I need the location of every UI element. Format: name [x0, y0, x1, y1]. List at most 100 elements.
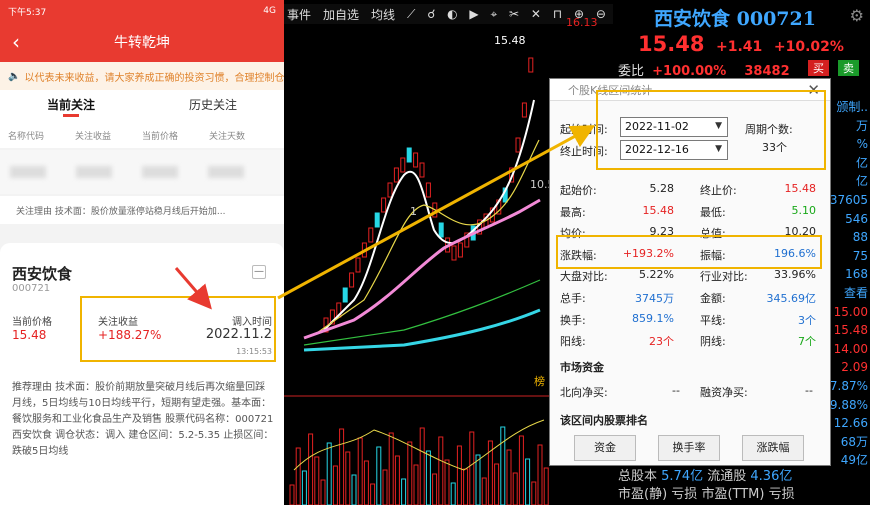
volume-bar	[432, 473, 438, 505]
volume-bar	[376, 446, 382, 505]
volume-bar	[326, 442, 332, 505]
float-shares-label: 流通股	[707, 469, 747, 484]
volume-bar	[463, 468, 469, 505]
volume-bar	[512, 472, 518, 505]
stat-4-3: 33.96%	[774, 268, 816, 282]
tab-history-watch[interactable]: 历史关注	[142, 90, 284, 122]
volume-bar	[401, 478, 407, 505]
stat-0-2: 终止价:	[700, 184, 737, 197]
stat-6-3: 3个	[798, 313, 816, 327]
phone-app: 下午5:37 4G ‹ 牛转乾坤 🔈 以代表未来收益，请大家养成正确的投资习惯，…	[0, 0, 284, 505]
sell-button[interactable]: 卖	[838, 60, 859, 76]
rank-change-button[interactable]: 涨跌幅	[742, 435, 804, 461]
stat-5-0: 总手:	[560, 292, 586, 305]
stat-0-1: 5.28	[649, 182, 675, 195]
back-arrow-icon[interactable]: ‹	[12, 30, 20, 54]
quote-bottom-stats: 总股本 5.74亿 流通股 4.36亿 市盈(静) 亏损 市盈(TTM) 亏损	[618, 468, 870, 504]
volume-bar	[394, 455, 400, 505]
volume-bar	[388, 432, 394, 505]
stock-detail-card: 西安饮食 000721 — 当前价格 15.48 关注收益 +188.27% 调…	[0, 243, 284, 505]
stat-7-3: 7个	[798, 335, 816, 349]
rank-fund-button[interactable]: 资金	[574, 435, 636, 461]
highlight-box-dates	[596, 90, 826, 170]
volume-bar	[531, 481, 537, 505]
total-shares-value: 5.74亿	[661, 469, 704, 484]
fund-title: 市场资金	[560, 361, 604, 374]
candle	[368, 227, 374, 243]
volume-bar	[525, 458, 531, 505]
stat-5-1: 3745万	[635, 292, 674, 305]
stat-5-3: 345.69亿	[766, 292, 817, 305]
quote-change-pct: +10.02%	[773, 39, 844, 55]
status-time: 下午5:37	[8, 7, 47, 18]
candle	[425, 182, 431, 198]
north-label: 北向净买:	[560, 386, 608, 399]
pe-ttm-value: 亏损	[768, 487, 795, 502]
candle	[521, 102, 527, 118]
highlight-box-change	[556, 235, 822, 269]
volume-bar	[295, 447, 301, 505]
current-price: 15.48	[12, 328, 47, 342]
volume-bar	[537, 444, 543, 505]
watch-tabs: 当前关注 历史关注	[0, 90, 284, 122]
col-name: 名称代码	[8, 131, 45, 142]
volume-bar	[289, 484, 295, 505]
volume-bar	[357, 437, 363, 505]
candle	[515, 137, 521, 153]
volume-bar	[481, 477, 487, 505]
candle	[361, 242, 367, 258]
stat-1-0: 最高:	[560, 205, 586, 219]
volume-bar	[345, 451, 351, 505]
buy-button[interactable]: 买	[808, 60, 829, 76]
pe-static-value: 亏损	[671, 487, 698, 502]
app-title-bar: ‹ 牛转乾坤	[0, 22, 284, 62]
stat-7-2: 阴线:	[700, 335, 726, 349]
stat-4-1: 5.22%	[639, 268, 674, 282]
ma-green-line	[303, 279, 541, 346]
stat-7-1: 23个	[649, 335, 674, 349]
stat-0-3: 15.48	[784, 182, 817, 195]
candle	[381, 197, 387, 213]
chart-mark-a: 1	[410, 205, 417, 218]
list-item[interactable]	[0, 150, 284, 194]
stat-7-0: 阳线:	[560, 335, 586, 349]
stat-4-0: 大盘对比:	[560, 270, 608, 284]
candle	[457, 242, 463, 258]
col-days: 关注天数	[209, 131, 246, 142]
recommend-reason: 推荐理由 技术面：股价前期放量突破月线后再次缩量回踩月线，5日均线与10日均线平…	[12, 382, 274, 457]
stat-0-0: 起始价:	[560, 184, 597, 197]
candle	[528, 57, 534, 73]
col-gain: 关注收益	[75, 131, 112, 142]
north-value: --	[672, 384, 680, 397]
tab-current-watch[interactable]: 当前关注	[0, 90, 142, 122]
margin-label: 融资净买:	[700, 386, 748, 399]
candle	[349, 272, 355, 288]
watch-reason: 关注理由 技术面：股价放量涨停站稳月线后开始加...	[0, 196, 284, 224]
stat-1-1: 15.48	[642, 203, 675, 217]
col-price: 当前价格	[142, 131, 179, 142]
volume-bar	[314, 456, 320, 505]
status-network: 4G	[263, 6, 276, 16]
pe-ttm-label: 市盈(TTM)	[701, 487, 765, 502]
volume-bar	[339, 428, 345, 505]
pe-static-label: 市盈(静)	[618, 487, 668, 502]
candle	[387, 182, 393, 198]
volume-bar	[407, 441, 413, 505]
stock-name: 西安饮食	[12, 265, 73, 283]
candle	[400, 157, 406, 173]
volume-bar	[500, 426, 506, 505]
volume-bar	[506, 449, 512, 505]
speaker-icon: 🔈	[8, 70, 21, 82]
rank-turnover-button[interactable]: 换手率	[658, 435, 720, 461]
page-title: 牛转乾坤	[114, 35, 170, 51]
list-header: 名称代码 关注收益 当前价格 关注天数	[0, 122, 284, 148]
volume-bar	[438, 436, 444, 505]
stock-code: 000721	[12, 283, 51, 294]
volume-bar	[450, 482, 456, 505]
collapse-icon[interactable]: —	[252, 265, 266, 279]
settings-icon[interactable]: ⚙	[850, 6, 864, 25]
price-label: 当前价格	[12, 317, 52, 328]
candle	[438, 222, 444, 238]
quote-stock-code: 000721	[736, 8, 816, 30]
stat-6-1: 859.1%	[632, 311, 674, 325]
